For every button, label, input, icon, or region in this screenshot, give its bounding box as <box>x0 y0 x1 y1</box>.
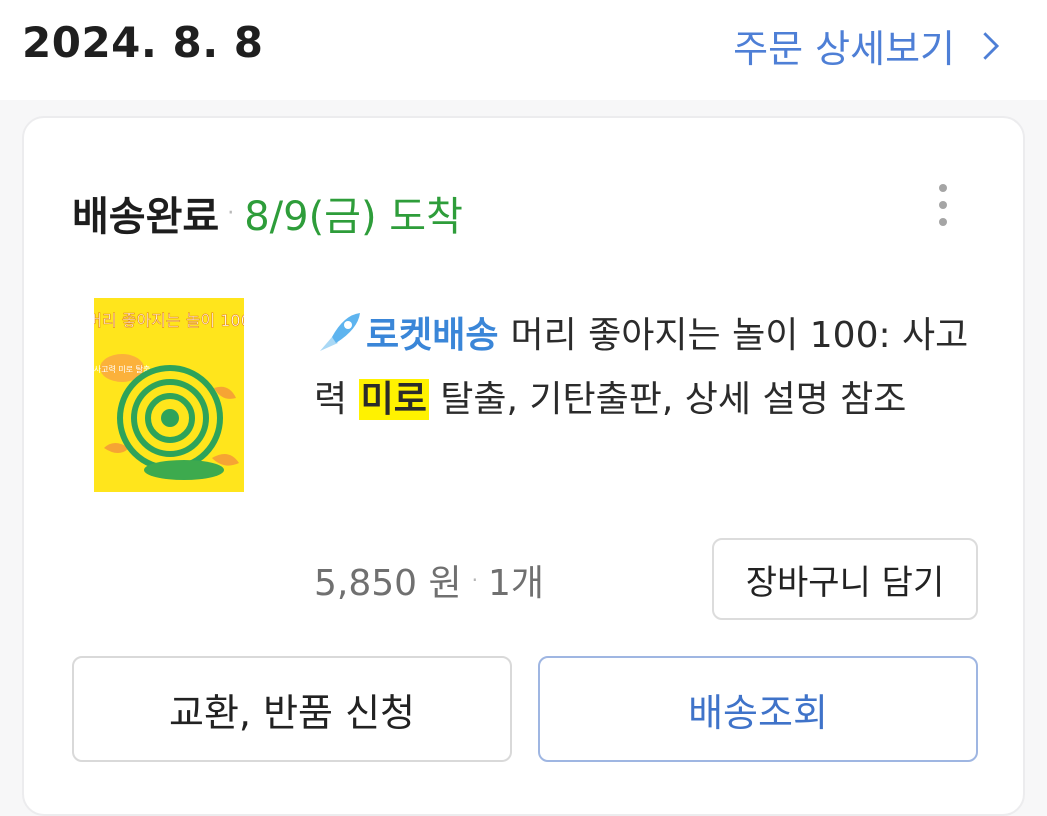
price-quantity-row: 5,850 원 · 1개 <box>314 554 544 606</box>
add-to-cart-button[interactable]: 장바구니 담기 <box>712 538 978 620</box>
delivery-status: 배송완료 <box>72 194 220 240</box>
order-detail-link[interactable]: 주문 상세보기 <box>733 18 1007 73</box>
product-name-part2: 탈출, 기탄출판, 상세 설명 참조 <box>428 379 907 420</box>
product-name-highlight: 미로 <box>358 379 429 420</box>
rocket-icon <box>320 313 360 351</box>
product-price: 5,850 원 <box>314 563 462 604</box>
order-detail-label: 주문 상세보기 <box>733 27 955 71</box>
exchange-return-button[interactable]: 교환, 반품 신청 <box>72 656 512 762</box>
thumbnail-badge: 사고력 미로 탈출 <box>94 364 150 374</box>
rocket-delivery-label: 로켓배송 <box>366 315 499 356</box>
product-info[interactable]: 로켓배송 머리 좋아지는 놀이 100: 사고력 미로 탈출, 기탄출판, 상세 … <box>314 304 974 432</box>
delivery-status-row: 배송완료 · 8/9(금) 도착 <box>72 184 463 242</box>
order-card: 배송완료 · 8/9(금) 도착 머리 좋아지는 놀이 100 사고력 미로 탈… <box>22 116 1025 816</box>
order-date: 2024. 8. 8 <box>22 18 264 67</box>
arrival-date: 8/9(금) 도착 <box>244 194 463 240</box>
price-separator: · <box>471 568 478 592</box>
track-delivery-button[interactable]: 배송조회 <box>538 656 978 762</box>
order-header: 2024. 8. 8 주문 상세보기 <box>0 0 1047 100</box>
more-options-icon[interactable] <box>933 184 953 236</box>
product-thumbnail[interactable]: 머리 좋아지는 놀이 100 사고력 미로 탈출 <box>94 298 244 492</box>
product-quantity: 1개 <box>487 563 545 604</box>
chevron-right-icon <box>983 31 1000 60</box>
status-separator: · <box>227 200 235 226</box>
thumbnail-title: 머리 좋아지는 놀이 100 <box>94 311 244 330</box>
